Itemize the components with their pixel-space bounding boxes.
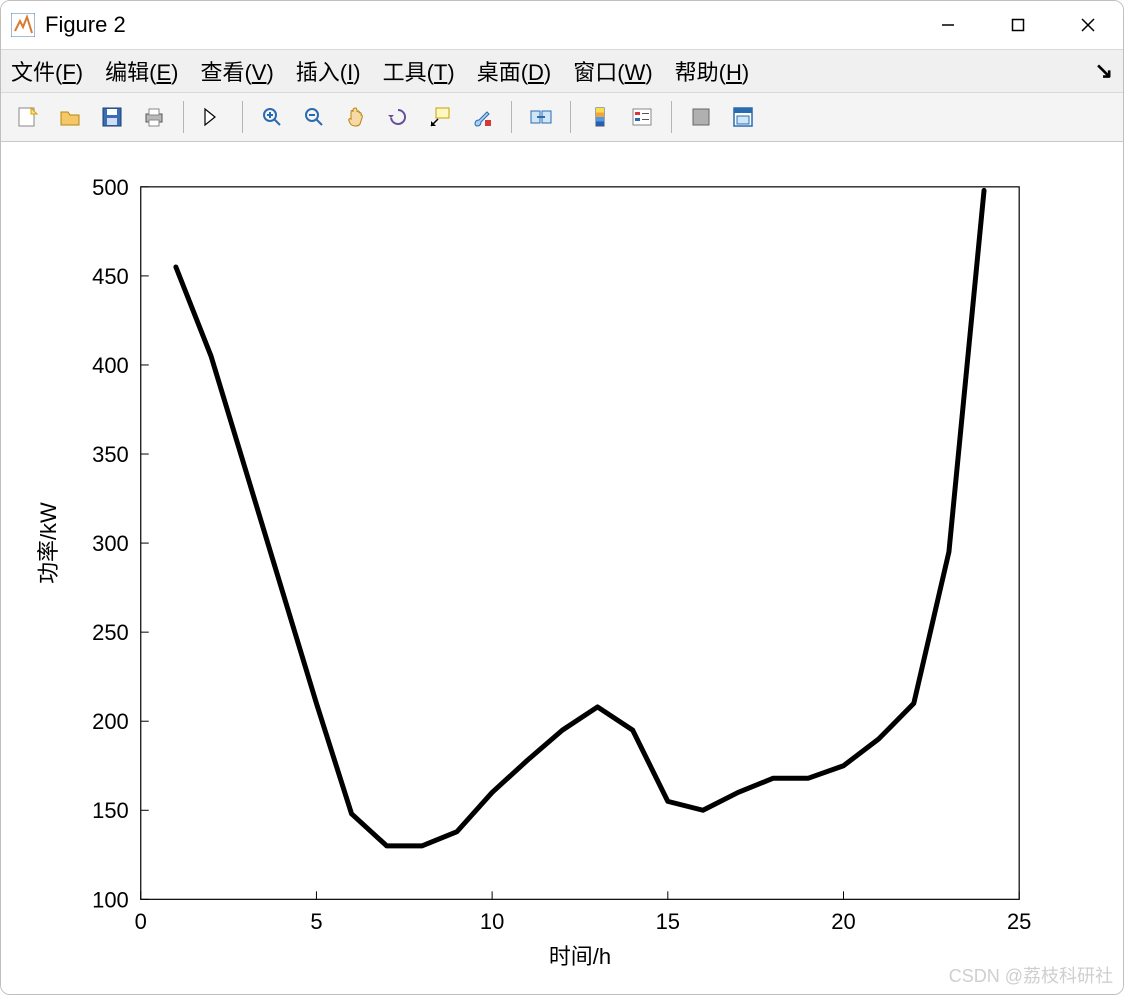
svg-text:5: 5 [310, 909, 322, 934]
svg-text:300: 300 [92, 531, 129, 556]
svg-text:250: 250 [92, 620, 129, 645]
dock-button[interactable] [724, 98, 762, 136]
toolbar-separator [511, 101, 512, 133]
pan-button[interactable] [337, 98, 375, 136]
zoom-in-button[interactable] [253, 98, 291, 136]
close-button[interactable] [1053, 1, 1123, 49]
svg-text:450: 450 [92, 264, 129, 289]
svg-text:15: 15 [656, 909, 680, 934]
axes-area[interactable]: 0 5 10 15 20 25 100 150 200 250 300 350 400 450 500 时间/… [1, 142, 1123, 994]
zoom-out-button[interactable] [295, 98, 333, 136]
save-button[interactable] [93, 98, 131, 136]
svg-text:时间/h: 时间/h [549, 944, 611, 969]
colorbar-button[interactable] [581, 98, 619, 136]
menubar: 文件(F) 编辑(E) 查看(V) 插入(I) 工具(T) 桌面(D) 窗口(W… [1, 50, 1123, 93]
menu-insert[interactable]: 插入(I) [296, 55, 361, 87]
new-figure-button[interactable] [9, 98, 47, 136]
menu-tools[interactable]: 工具(T) [383, 55, 455, 87]
menu-edit[interactable]: 编辑(E) [105, 55, 178, 87]
svg-text:200: 200 [92, 709, 129, 734]
menu-file[interactable]: 文件(F) [11, 55, 83, 87]
titlebar: Figure 2 [1, 1, 1123, 50]
legend-button[interactable] [623, 98, 661, 136]
svg-text:100: 100 [92, 887, 129, 912]
toolbar-separator [183, 101, 184, 133]
svg-text:25: 25 [1007, 909, 1031, 934]
toolbar-separator [570, 101, 571, 133]
maximize-button[interactable] [983, 1, 1053, 49]
rotate-button[interactable] [379, 98, 417, 136]
figure-window: Figure 2 文件(F) 编辑(E) 查看(V) 插入(I) 工具(T) 桌… [0, 0, 1124, 995]
link-button[interactable] [522, 98, 560, 136]
menu-help[interactable]: 帮助(H) [675, 55, 750, 87]
brush-button[interactable] [463, 98, 501, 136]
menu-view[interactable]: 查看(V) [200, 55, 273, 87]
menu-window[interactable]: 窗口(W) [573, 55, 652, 87]
svg-text:350: 350 [92, 442, 129, 467]
menu-desktop[interactable]: 桌面(D) [477, 55, 552, 87]
chart-svg: 0 5 10 15 20 25 100 150 200 250 300 350 400 450 500 时间/… [1, 142, 1123, 994]
watermark-text: CSDN @荔枝科研社 [949, 962, 1113, 988]
svg-text:0: 0 [135, 909, 147, 934]
edit-plot-button[interactable] [194, 98, 232, 136]
svg-text:400: 400 [92, 353, 129, 378]
svg-text:功率/kW: 功率/kW [36, 502, 61, 584]
toolbar-separator [242, 101, 243, 133]
minimize-button[interactable] [913, 1, 983, 49]
print-button[interactable] [135, 98, 173, 136]
svg-text:20: 20 [831, 909, 855, 934]
svg-text:10: 10 [480, 909, 504, 934]
toolbar [1, 93, 1123, 142]
hide-tools-button[interactable] [682, 98, 720, 136]
matlab-icon [11, 13, 35, 37]
toolbar-separator [671, 101, 672, 133]
data-cursor-button[interactable] [421, 98, 459, 136]
dock-arrow-icon[interactable]: ↘ [1095, 58, 1113, 84]
open-button[interactable] [51, 98, 89, 136]
svg-text:150: 150 [92, 798, 129, 823]
svg-text:500: 500 [92, 175, 129, 200]
window-title: Figure 2 [45, 12, 126, 38]
